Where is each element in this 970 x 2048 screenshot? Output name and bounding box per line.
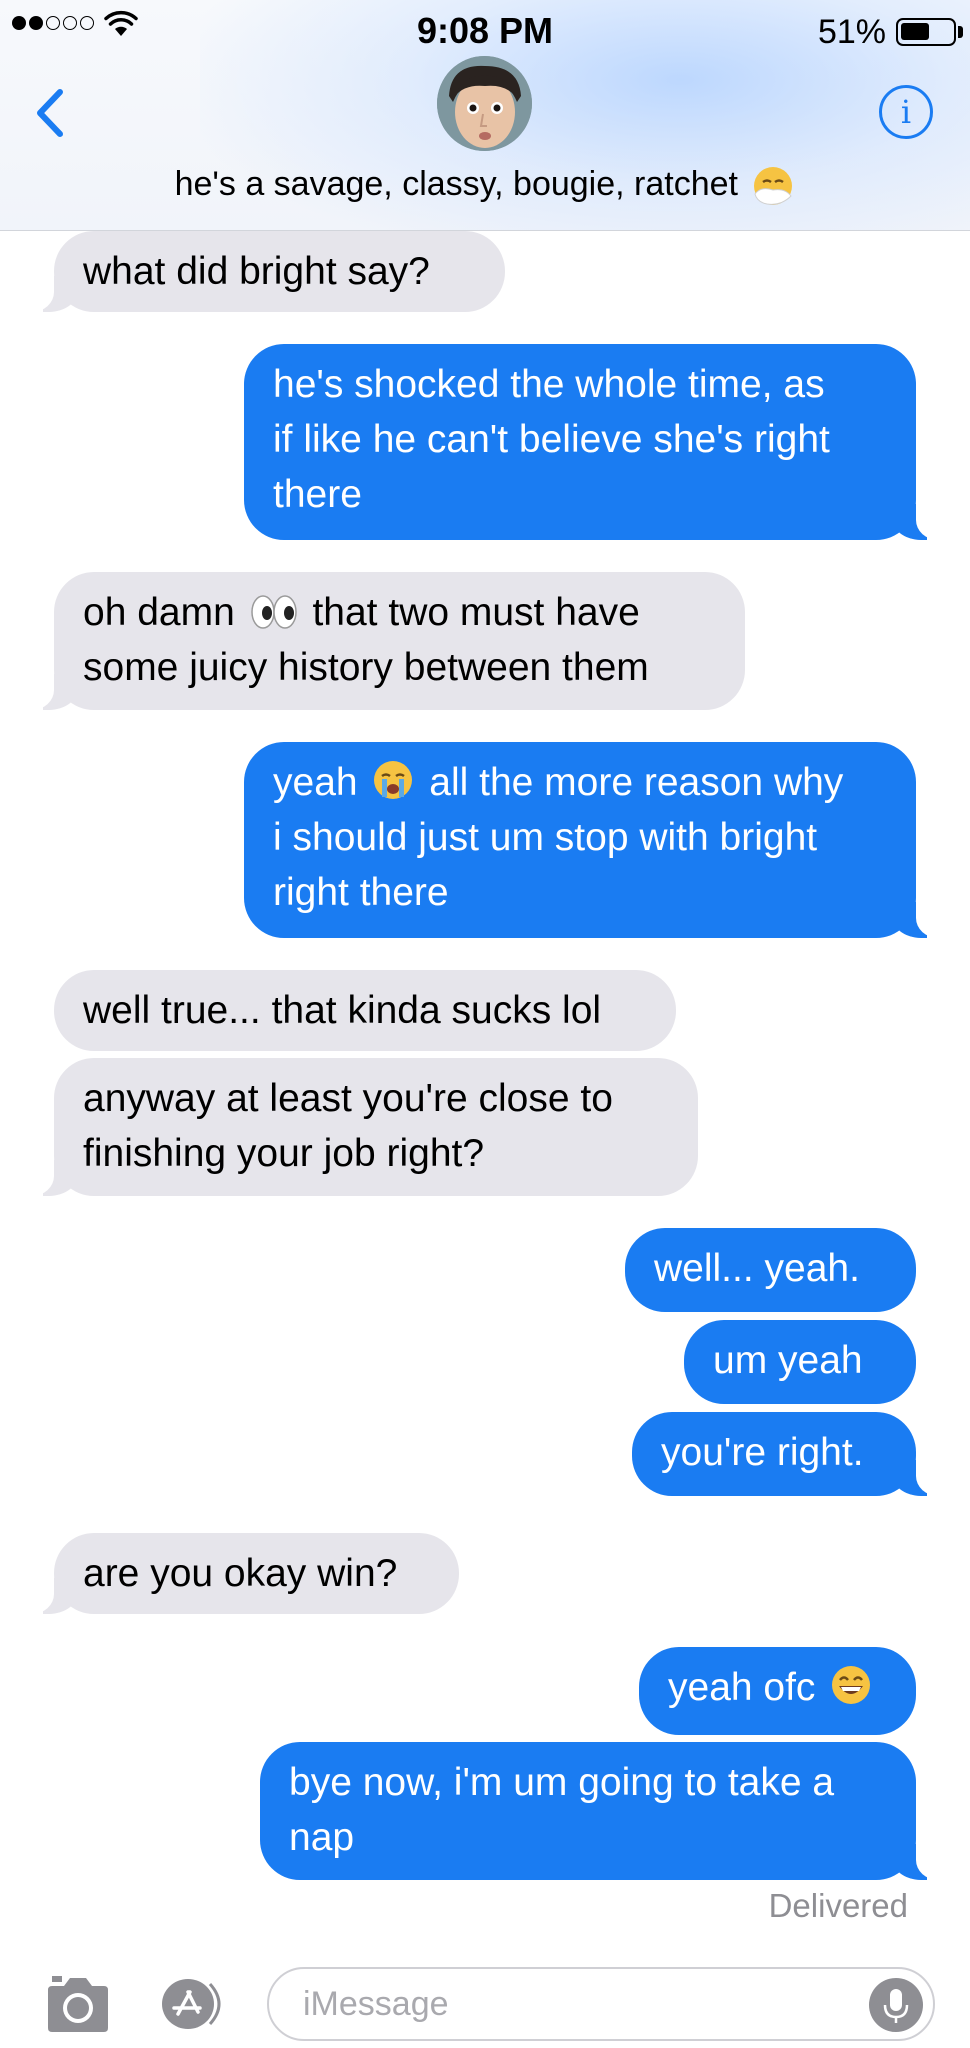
back-chevron-icon[interactable] [30,86,70,140]
message-text: you're right. [661,1431,864,1474]
message-text-line: right there [273,871,449,914]
message-bubble-incoming[interactable]: what did bright say? [26,231,505,312]
messages-screen: 9:08 PM 51% i he's a savage, classy, bou… [0,0,970,2048]
microphone-icon [883,1989,909,2023]
message-text: well true... that kinda sucks lol [83,989,602,1032]
message-text-line: some juicy history between them [83,646,649,689]
message-text-line: bye now, i'm um going to take a [289,1761,835,1804]
info-button[interactable]: i [879,85,933,139]
message-text-line: i should just um stop with bright [273,816,818,859]
message-text-line: finishing your job right? [83,1132,485,1175]
message-text: what did bright say? [83,250,430,293]
message-text: yeah ofc [668,1666,816,1709]
message-text-line: if like he can't believe she's right [273,418,830,461]
message-text-line: he's shocked the whole time, as [273,363,825,406]
avatar-photo [437,56,532,151]
battery-percentage: 51% [817,13,886,51]
message-text: that two must have [312,591,640,634]
message-text: um yeah [713,1339,863,1382]
sneezing-face-emoji-icon [754,167,793,205]
message-input-placeholder: iMessage [303,1985,449,2023]
message-bubble-incoming[interactable]: anyway at least you're close to finishin… [26,1058,698,1196]
microphone-button[interactable] [869,1978,923,2032]
message-text-line: anyway at least you're close to [83,1077,613,1120]
delivered-status: Delivered [768,1887,908,1924]
message-text: well... yeah. [654,1247,860,1290]
battery-icon [896,18,956,46]
message-bubble-incoming[interactable]: oh damn that two must have some juicy hi… [26,572,745,710]
message-bubble-outgoing[interactable]: yeah ofc [639,1647,916,1735]
message-bubble-outgoing[interactable]: bye now, i'm um going to take a nap [260,1742,944,1880]
message-text: all the more reason why [429,761,844,804]
app-store-icon[interactable] [154,1978,232,2030]
crying-face-emoji-icon [374,761,413,799]
message-bubble-outgoing[interactable]: yeah all the more reason why i should ju… [244,742,944,938]
battery-cap [958,26,963,38]
contact-name[interactable]: he's a savage, classy, bougie, ratchet [0,164,970,208]
message-bubble-outgoing[interactable]: well... yeah. [625,1228,916,1312]
message-bubble-incoming[interactable]: are you okay win? [26,1533,459,1614]
grinning-face-emoji-icon [832,1666,871,1704]
message-text: yeah [273,761,358,804]
message-bubble-incoming[interactable]: well true... that kinda sucks lol [54,970,676,1051]
message-text: oh damn [83,591,235,634]
conversation-header: 9:08 PM 51% i he's a savage, classy, bou… [0,0,970,231]
contact-name-text: he's a savage, classy, bougie, ratchet [174,164,738,203]
message-text-line: there [273,473,362,516]
eyes-emoji-icon [250,595,297,629]
message-bubble-outgoing[interactable]: he's shocked the whole time, as if like … [244,344,944,540]
message-bubble-outgoing[interactable]: you're right. [632,1412,944,1496]
contact-avatar[interactable] [437,56,532,151]
message-bubble-outgoing[interactable]: um yeah [684,1320,916,1404]
status-bar: 9:08 PM 51% [0,0,970,60]
message-text-line: nap [289,1816,355,1859]
message-text: are you okay win? [83,1552,398,1595]
message-input[interactable]: iMessage [267,1967,935,2041]
camera-icon[interactable] [44,1976,112,2034]
info-icon: i [900,93,912,131]
